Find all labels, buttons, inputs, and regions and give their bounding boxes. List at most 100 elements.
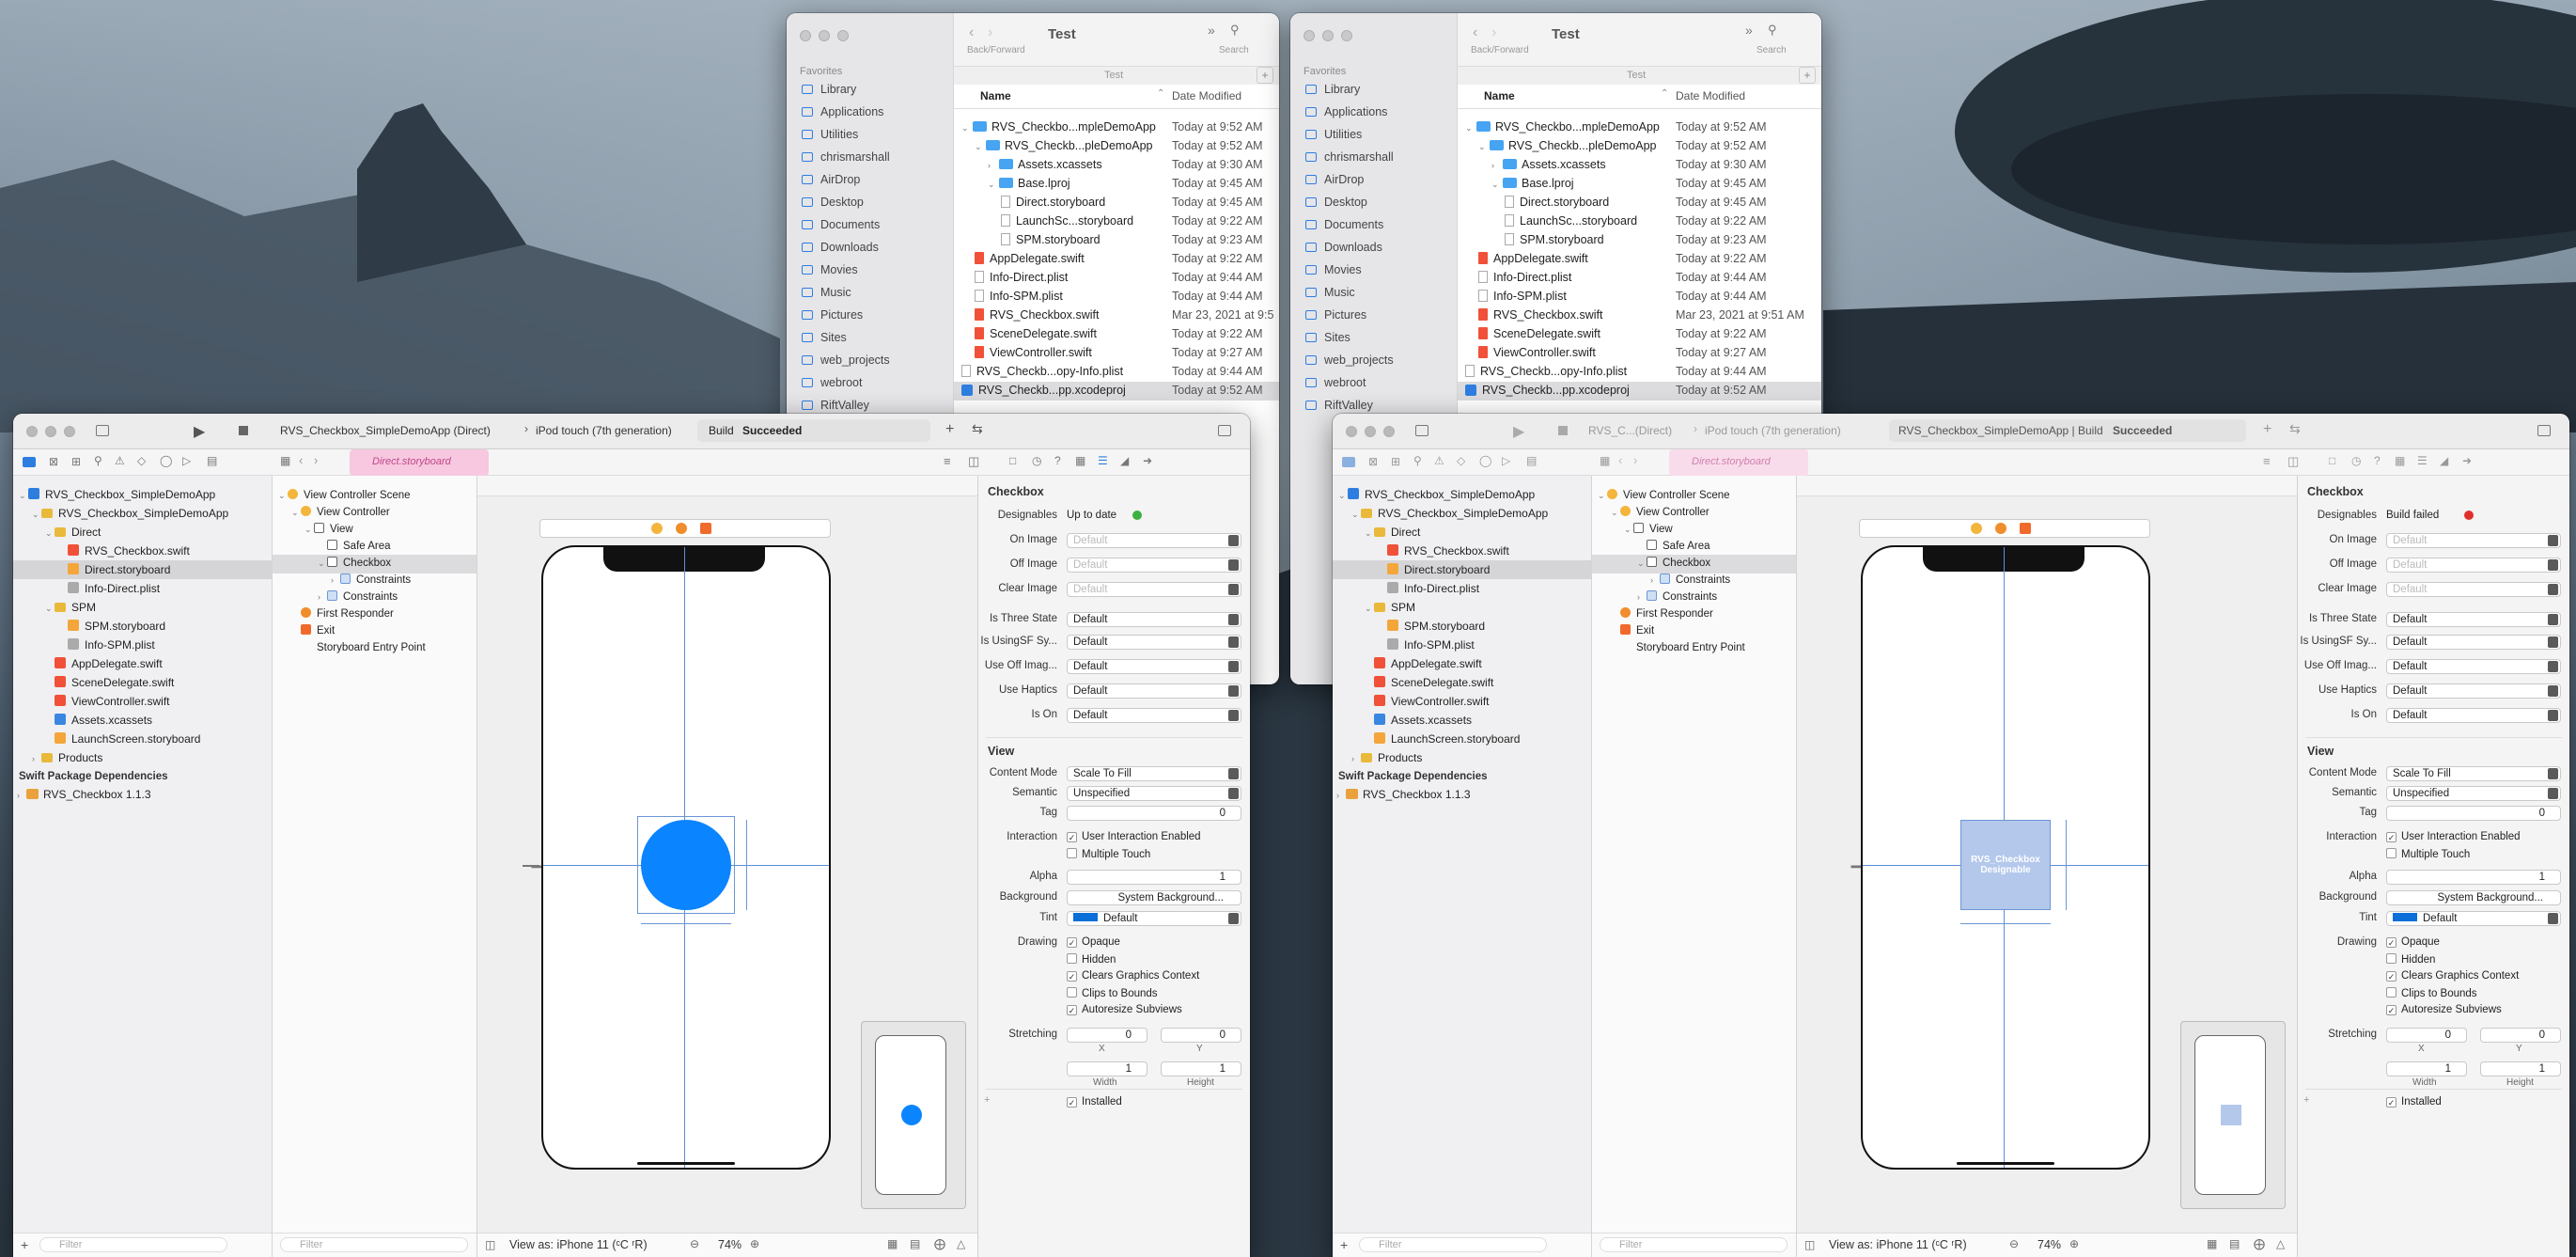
scheme-selector[interactable]: RVS_C...(Direct) — [1588, 424, 1692, 437]
file-row[interactable]: ⌄ RVS_Checkb...pleDemoApp Today at 9:52 AM — [1458, 137, 1821, 156]
disclosure-open-icon[interactable]: ⌄ — [32, 505, 41, 524]
update-frames-icon[interactable]: ▦ — [2207, 1237, 2217, 1250]
alpha-field[interactable]: 1 — [2386, 870, 2561, 885]
inspector-toggle-icon[interactable] — [2537, 425, 2551, 436]
view-as-label[interactable]: View as: iPhone 11 (ᶜC ʳR) — [509, 1238, 648, 1251]
navigator-item[interactable]: Assets.xcassets — [1333, 711, 1591, 730]
navigator-item[interactable]: Assets.xcassets — [13, 711, 272, 730]
identity-icon[interactable]: ▦ — [1075, 454, 1085, 467]
disclosure-closed-icon[interactable]: › — [318, 589, 327, 605]
breakpoint-icon[interactable]: ▷ — [1502, 454, 1510, 467]
exit-icon[interactable] — [700, 523, 711, 534]
add-variation-icon[interactable]: + — [2303, 1094, 2309, 1106]
file-row[interactable]: Direct.storyboard Today at 9:45 AM — [1458, 194, 1821, 212]
dep-row[interactable]: › RVS_Checkbox 1.1.3 — [1336, 788, 1471, 807]
device-selector[interactable]: iPod touch (7th generation) — [536, 424, 686, 437]
designable-placeholder[interactable]: RVS_Checkbox Designable — [1960, 820, 2051, 910]
run-icon[interactable]: ▶ — [1513, 422, 1524, 441]
outline-item[interactable]: Storyboard Entry Point — [273, 639, 476, 658]
file-row[interactable]: AppDelegate.swift Today at 9:22 AM — [954, 250, 1279, 269]
source-control-icon[interactable]: ⊠ — [1368, 455, 1378, 468]
swap-icon[interactable]: ⇆ — [972, 421, 983, 437]
issue-icon[interactable]: ⚠ — [115, 454, 125, 467]
sidebar-item[interactable]: chrismarshall — [1305, 150, 1394, 164]
sidebar-item[interactable]: Utilities — [1305, 128, 1362, 141]
navigator-item[interactable]: Info-Direct.plist — [13, 579, 272, 598]
tag-field[interactable]: 0 — [1067, 806, 1241, 821]
file-row[interactable]: ⌄ RVS_Checkbo...mpleDemoApp Today at 9:52 … — [1458, 118, 1821, 137]
responder-icon[interactable] — [1995, 523, 2006, 534]
zoom-in-icon[interactable]: ⊕ — [2069, 1237, 2079, 1250]
navigator-item[interactable]: › Products — [13, 748, 272, 767]
forward-icon[interactable]: › — [1491, 24, 1496, 41]
filter-input[interactable]: Filter — [1359, 1237, 1547, 1252]
minimize-button[interactable] — [45, 426, 56, 437]
navigator-item[interactable]: ⌄ RVS_Checkbox_SimpleDemoApp — [13, 485, 272, 504]
outline-item[interactable]: First Responder — [1592, 605, 1796, 624]
run-icon[interactable]: ▶ — [194, 422, 205, 441]
hidden-checkbox[interactable]: Hidden — [2386, 953, 2435, 966]
disclosure-open-icon[interactable]: ⌄ — [1465, 123, 1473, 134]
navigator-item[interactable]: AppDelegate.swift — [13, 654, 272, 673]
find-icon[interactable]: ⚲ — [1413, 454, 1422, 467]
haptics-popup[interactable]: Default — [2386, 683, 2561, 699]
file-row[interactable]: RVS_Checkbox.swift Mar 23, 2021 at 9:51 A… — [1458, 306, 1821, 325]
sidebar-item[interactable]: Sites — [1305, 331, 1350, 344]
file-row[interactable]: Direct.storyboard Today at 9:45 AM — [954, 194, 1279, 212]
sidebar-item[interactable]: Movies — [802, 263, 858, 276]
close-button[interactable] — [1346, 426, 1357, 437]
file-row[interactable]: ⌄ RVS_Checkbo...mpleDemoApp Today at 9:52 … — [954, 118, 1279, 137]
disclosure-open-icon[interactable]: ⌄ — [278, 487, 288, 504]
sidebar-item[interactable]: RiftValley — [802, 399, 869, 412]
path-tab[interactable]: Test — [1627, 70, 1646, 81]
outline-item[interactable]: ⌄ View — [273, 521, 476, 540]
sidebar-item[interactable]: Applications — [802, 105, 883, 118]
navigator-item[interactable]: SceneDelegate.swift — [1333, 673, 1591, 692]
outline-item[interactable]: › Constraints — [1592, 572, 1796, 590]
navigator-item[interactable]: SPM.storyboard — [1333, 617, 1591, 636]
identity-icon[interactable]: ▦ — [2395, 454, 2405, 467]
three-state-popup[interactable]: Default — [2386, 612, 2561, 627]
sidebar-item[interactable]: Sites — [802, 331, 847, 344]
disclosure-open-icon[interactable]: ⌄ — [19, 486, 28, 505]
col-name[interactable]: Name — [980, 89, 1011, 102]
on-image-popup[interactable]: Default — [1067, 533, 1241, 548]
back-icon[interactable]: ‹ — [969, 24, 974, 41]
file-row[interactable]: SPM.storyboard Today at 9:23 AM — [1458, 231, 1821, 250]
disclosure-open-icon[interactable]: ⌄ — [291, 504, 301, 521]
navigator-item[interactable]: RVS_Checkbox.swift — [1333, 542, 1591, 560]
outline-filter-input[interactable]: Filter — [280, 1237, 468, 1252]
minimap[interactable] — [861, 1021, 966, 1209]
pin-icon[interactable]: ⨁ — [934, 1237, 945, 1250]
file-row[interactable]: RVS_Checkb...pp.xcodeproj Today at 9:52 A… — [1458, 382, 1821, 401]
test-icon[interactable]: ◇ — [1457, 454, 1465, 467]
disclosure-open-icon[interactable]: ⌄ — [1598, 487, 1607, 504]
disclosure-open-icon[interactable]: ⌄ — [961, 123, 969, 134]
content-mode-popup[interactable]: Scale To Fill — [1067, 766, 1241, 781]
file-row[interactable]: ⌄ Base.lproj Today at 9:45 AM — [954, 175, 1279, 194]
list-icon[interactable]: ≡ — [2263, 454, 2271, 468]
file-row[interactable]: Info-Direct.plist Today at 9:44 AM — [1458, 269, 1821, 288]
file-row[interactable]: RVS_Checkb...opy-Info.plist Today at 9:44… — [1458, 363, 1821, 382]
path-tab[interactable]: Test — [1104, 70, 1123, 81]
sidebar-item[interactable]: Desktop — [1305, 196, 1367, 209]
zoom-out-icon[interactable]: ⊖ — [2009, 1237, 2019, 1250]
test-icon[interactable]: ◇ — [137, 454, 146, 467]
sidebar-item[interactable]: Pictures — [1305, 308, 1366, 322]
disclosure-open-icon[interactable]: ⌄ — [1365, 524, 1374, 542]
file-row[interactable]: AppDelegate.swift Today at 9:22 AM — [1458, 250, 1821, 269]
forward-icon[interactable]: › — [988, 24, 992, 41]
zoom-out-icon[interactable]: ⊖ — [690, 1237, 699, 1250]
three-state-popup[interactable]: Default — [1067, 612, 1241, 627]
add-tab-icon[interactable]: + — [1799, 67, 1816, 84]
storyboard-canvas[interactable]: ➞ ◫ View as: iPhone 11 (ᶜC ʳR) ⊖ 74% ⊕ ▦… — [477, 476, 979, 1257]
navigator-item[interactable]: ⌄ SPM — [1333, 598, 1591, 617]
sidebar-item[interactable]: Utilities — [802, 128, 858, 141]
grid-icon[interactable]: ▦ — [1600, 454, 1610, 467]
sidebar-item[interactable]: web_projects — [1305, 354, 1394, 367]
clears-checkbox[interactable]: ✓ Clears Graphics Context — [2386, 970, 2519, 982]
sidebar-toggle-icon[interactable] — [1415, 425, 1429, 436]
navigator-item[interactable]: ViewController.swift — [13, 692, 272, 711]
search-icon[interactable]: ⚲ — [1768, 23, 1777, 38]
resolve-icon[interactable]: △ — [957, 1237, 965, 1250]
